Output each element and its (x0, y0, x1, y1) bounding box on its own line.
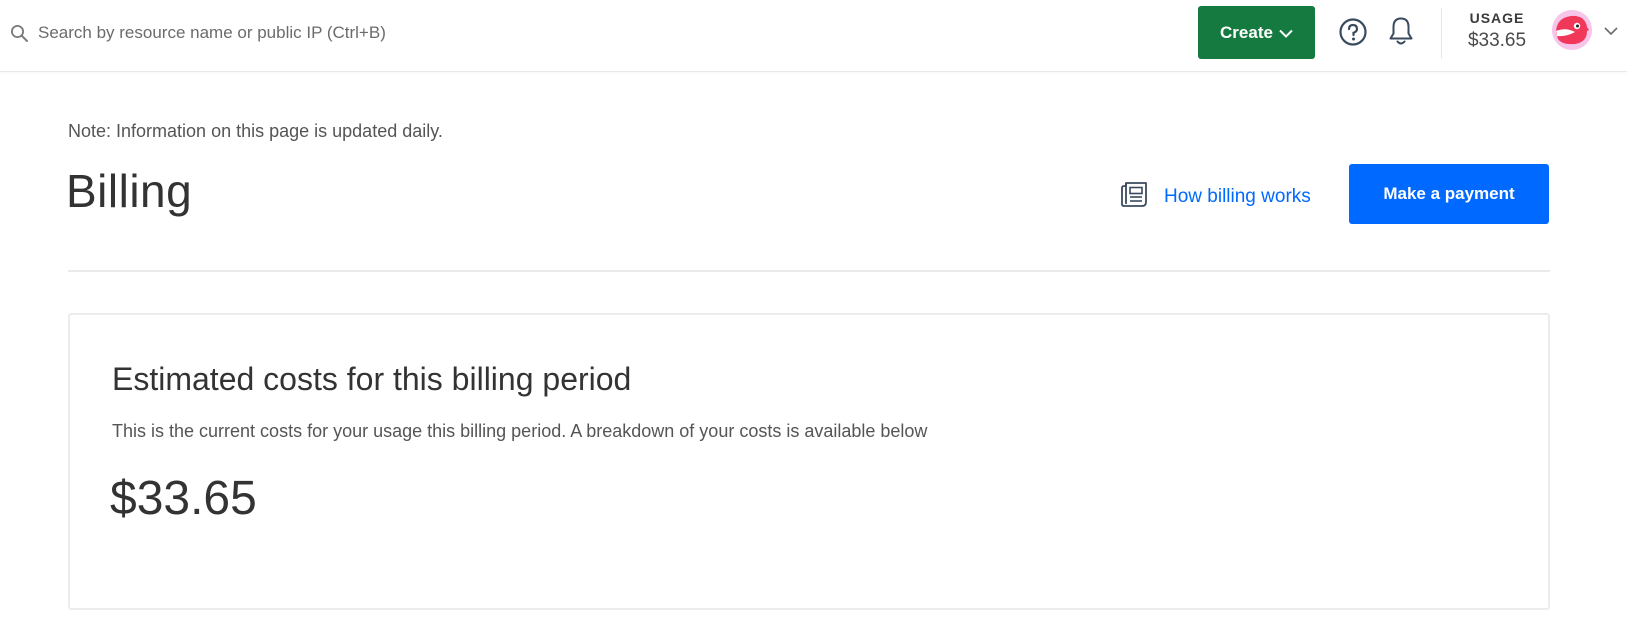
search-input[interactable] (38, 23, 558, 43)
make-payment-button[interactable]: Make a payment (1349, 164, 1549, 224)
chevron-down-icon[interactable] (1603, 24, 1619, 36)
estimated-costs-card: Estimated costs for this billing period … (68, 313, 1550, 610)
card-description: This is the current costs for your usage… (112, 421, 928, 441)
avatar[interactable] (1552, 10, 1592, 50)
create-button-label: Create (1220, 22, 1273, 42)
header-divider (68, 270, 1550, 272)
document-icon (1120, 180, 1148, 214)
top-bar: Create USAGE $33.65 (0, 0, 1627, 72)
estimated-amount: $33.65 (110, 472, 257, 525)
how-billing-works-link[interactable]: How billing works (1120, 180, 1311, 214)
page-title: Billing (66, 165, 193, 217)
make-payment-label: Make a payment (1383, 184, 1515, 203)
update-note: Note: Information on this page is update… (68, 121, 443, 141)
bell-icon[interactable] (1386, 15, 1416, 47)
search-icon (10, 24, 29, 43)
search-bar[interactable] (10, 18, 558, 48)
usage-summary[interactable]: USAGE $33.65 (1452, 10, 1542, 52)
topbar-divider (1441, 8, 1442, 58)
how-billing-works-label: How billing works (1164, 186, 1311, 207)
usage-label: USAGE (1469, 10, 1525, 26)
usage-value: $33.65 (1467, 30, 1527, 51)
create-button[interactable]: Create (1198, 6, 1315, 59)
chevron-down-icon (1279, 23, 1293, 43)
question-circle-icon[interactable] (1338, 17, 1368, 47)
card-title: Estimated costs for this billing period (112, 361, 632, 397)
